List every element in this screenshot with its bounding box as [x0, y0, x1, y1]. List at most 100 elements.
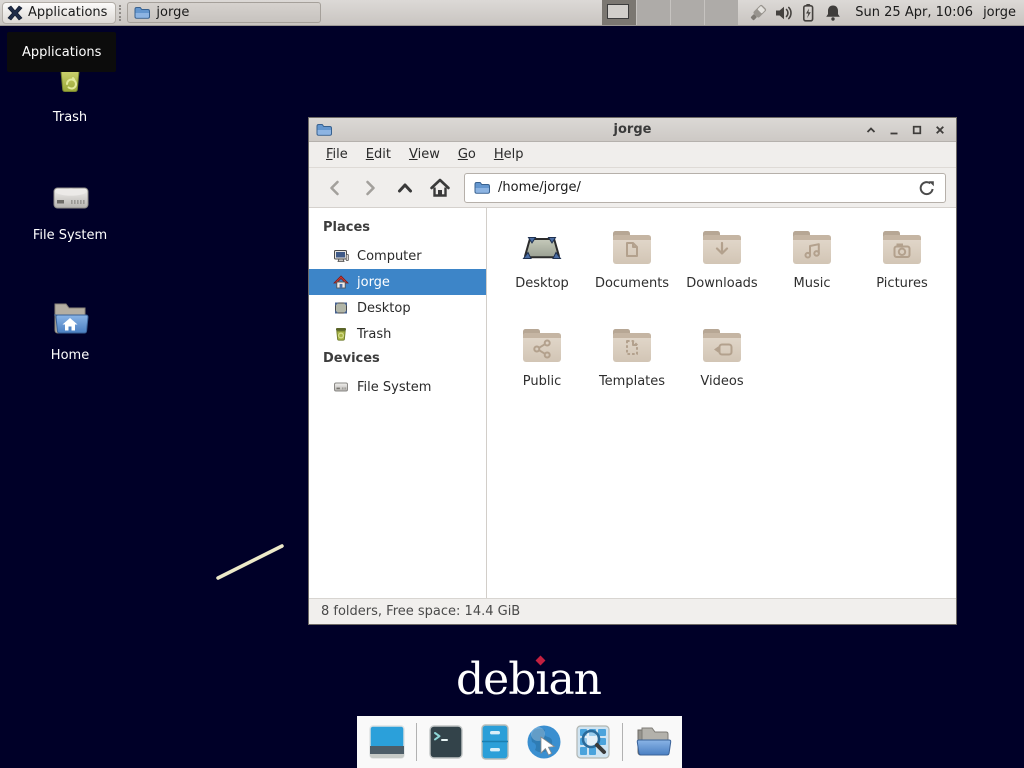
file-item-downloads[interactable]: Downloads — [677, 220, 767, 318]
tooltip-text: Applications — [22, 45, 101, 60]
sidebar-item-computer[interactable]: Computer — [309, 243, 486, 269]
workspace-switcher — [602, 0, 738, 25]
app-finder-icon[interactable] — [573, 722, 613, 762]
reload-icon[interactable] — [918, 179, 936, 197]
home-folder-icon — [46, 294, 94, 342]
file-item-pictures[interactable]: Pictures — [857, 220, 947, 318]
file-item-documents[interactable]: Documents — [587, 220, 677, 318]
sidebar-item-trash[interactable]: Trash — [309, 321, 486, 347]
file-item-label: Downloads — [677, 276, 767, 291]
home-button[interactable] — [424, 174, 456, 202]
menubar: File Edit View Go Help — [309, 142, 956, 168]
sidebar-item-label: File System — [357, 380, 431, 395]
volume-icon[interactable] — [773, 3, 793, 23]
menu-file[interactable]: File — [317, 144, 357, 165]
dock-separator — [622, 723, 623, 761]
path-bar[interactable]: /home/jorge/ — [464, 173, 946, 203]
desktop-icon-label: Trash — [22, 110, 118, 125]
sidebar-item-jorge[interactable]: jorge — [309, 269, 486, 295]
file-item-desktop[interactable]: Desktop — [497, 220, 587, 318]
desktop-icon-label: File System — [22, 228, 118, 243]
window-folder-icon — [316, 122, 332, 138]
forward-button[interactable] — [354, 174, 386, 202]
file-item-label: Public — [497, 374, 587, 389]
desktop: Trash File System Home jorge — [0, 0, 1024, 768]
taskbar-window-button[interactable]: jorge — [127, 2, 321, 23]
file-item-videos[interactable]: Videos — [677, 318, 767, 416]
debian-wordmark: debıan — [456, 658, 601, 702]
drive-icon — [333, 379, 349, 395]
file-item-label: Videos — [677, 374, 767, 389]
file-item-label: Music — [767, 276, 857, 291]
menu-go[interactable]: Go — [449, 144, 485, 165]
file-item-music[interactable]: Music — [767, 220, 857, 318]
file-view[interactable]: Desktop Documents — [487, 208, 956, 598]
minimize-button[interactable] — [886, 122, 902, 138]
path-folder-icon — [474, 180, 490, 196]
taskbar-folder-icon — [134, 5, 150, 21]
sidebar-item-label: jorge — [357, 275, 390, 290]
window-titlebar[interactable]: jorge — [309, 118, 956, 142]
applications-menu-label: Applications — [28, 5, 107, 20]
workspace-3[interactable] — [670, 0, 704, 25]
menu-help[interactable]: Help — [485, 144, 533, 165]
folder-icon[interactable] — [632, 722, 672, 762]
maximize-button[interactable] — [909, 122, 925, 138]
videos-folder-icon — [698, 322, 746, 370]
show-desktop-icon[interactable] — [367, 722, 407, 762]
window-title: jorge — [309, 122, 956, 137]
menu-edit[interactable]: Edit — [357, 144, 400, 165]
top-panel: Applications jorge — [0, 0, 1024, 26]
documents-folder-icon — [608, 224, 656, 272]
up-button[interactable] — [389, 174, 421, 202]
toolbar: /home/jorge/ — [309, 168, 956, 208]
path-value[interactable]: /home/jorge/ — [498, 180, 581, 195]
file-item-label: Templates — [587, 374, 677, 389]
battery-charging-icon[interactable] — [798, 3, 818, 23]
desktop-icon — [333, 300, 349, 316]
applications-menu-button[interactable]: Applications — [2, 2, 116, 24]
sidebar: Places Computer — [309, 208, 487, 598]
workspace-1[interactable] — [602, 0, 636, 25]
shade-button[interactable] — [863, 122, 879, 138]
web-browser-icon[interactable] — [524, 722, 564, 762]
system-tray — [748, 3, 843, 23]
downloads-folder-icon — [698, 224, 746, 272]
file-item-templates[interactable]: Templates — [587, 318, 677, 416]
xfce-menu-icon — [7, 5, 23, 21]
desktop-scribble-line — [210, 538, 294, 588]
terminal-icon[interactable] — [426, 722, 466, 762]
sidebar-item-desktop[interactable]: Desktop — [309, 295, 486, 321]
workspace-4[interactable] — [704, 0, 738, 25]
input-tool-icon[interactable] — [748, 3, 768, 23]
pictures-folder-icon — [878, 224, 926, 272]
clock[interactable]: Sun 25 Apr, 10:06 — [855, 5, 973, 20]
panel-separator-handle — [119, 5, 124, 21]
sidebar-item-file-system[interactable]: File System — [309, 374, 486, 400]
templates-folder-icon — [608, 322, 656, 370]
file-item-label: Pictures — [857, 276, 947, 291]
close-button[interactable] — [932, 122, 948, 138]
taskbar-window-label: jorge — [156, 5, 189, 20]
desktop-icon-file-system[interactable]: File System — [22, 168, 118, 243]
username[interactable]: jorge — [983, 5, 1016, 20]
file-manager-icon[interactable] — [475, 722, 515, 762]
status-bar: 8 folders, Free space: 14.4 GiB — [309, 598, 956, 624]
workspace-2[interactable] — [636, 0, 670, 25]
workspace-window-thumb — [607, 4, 629, 19]
menu-view[interactable]: View — [400, 144, 449, 165]
sidebar-item-label: Desktop — [357, 301, 411, 316]
sidebar-header-places: Places — [309, 216, 486, 243]
notifications-bell-icon[interactable] — [823, 3, 843, 23]
file-item-public[interactable]: Public — [497, 318, 587, 416]
public-folder-icon — [518, 322, 566, 370]
dock — [357, 716, 682, 768]
status-text: 8 folders, Free space: 14.4 GiB — [321, 604, 520, 619]
sidebar-item-label: Trash — [357, 327, 391, 342]
sidebar-header-devices: Devices — [309, 347, 486, 374]
file-item-label: Desktop — [497, 276, 587, 291]
computer-icon — [333, 248, 349, 264]
desktop-icon-home[interactable]: Home — [22, 288, 118, 363]
drive-icon — [46, 174, 94, 222]
back-button[interactable] — [319, 174, 351, 202]
